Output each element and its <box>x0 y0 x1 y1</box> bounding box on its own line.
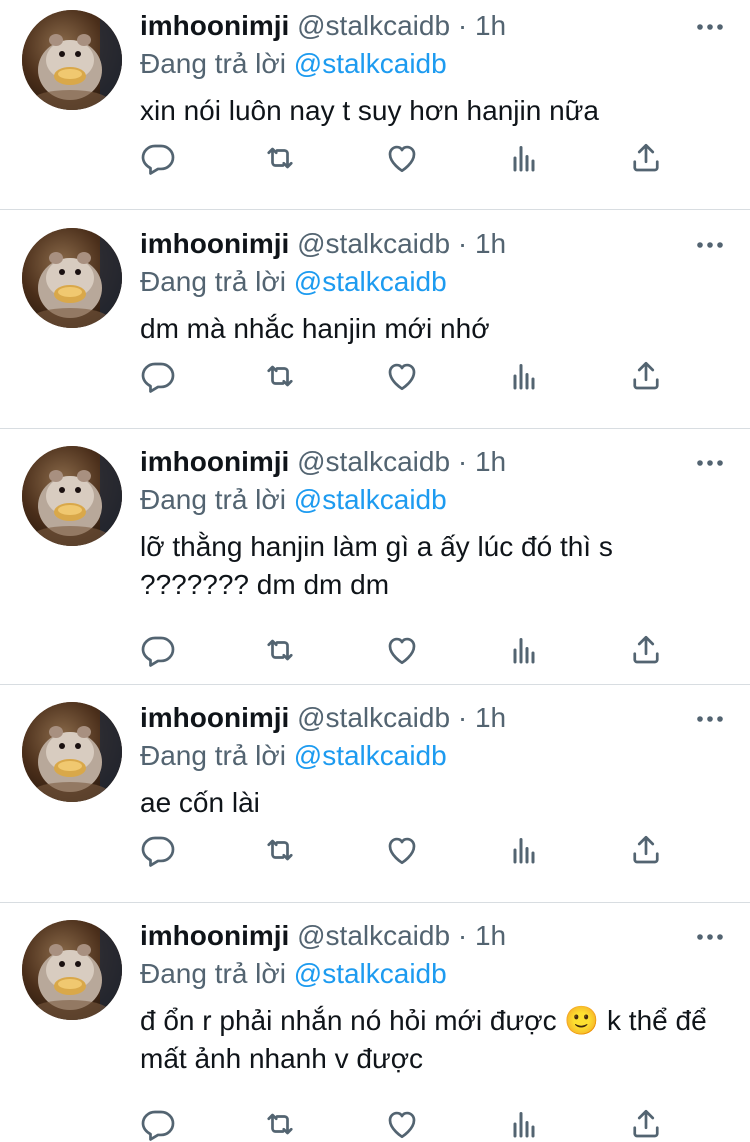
tweet-text: lỡ thằng hanjin làm gì a ấy lúc đó thì s… <box>140 531 613 600</box>
replying-to: Đang trả lời @stalkcaidb <box>140 957 447 991</box>
reply-icon[interactable] <box>140 632 176 668</box>
tweet-actions <box>140 632 680 668</box>
tweet-header: imhoonimji @stalkcaidb · 1h <box>140 701 506 735</box>
tweet-text: xin nói luôn nay t suy hơn hanjin nữa <box>140 95 599 126</box>
share-icon[interactable] <box>628 832 664 868</box>
replying-to-label: Đang trả lời <box>140 266 286 297</box>
separator: · <box>457 920 468 951</box>
tweet[interactable]: imhoonimji @stalkcaidb · 1h Đang trả lời… <box>0 416 750 667</box>
tweet[interactable]: imhoonimji @stalkcaidb · 1h Đang trả lời… <box>0 890 750 1141</box>
retweet-icon[interactable] <box>262 1106 298 1142</box>
analytics-icon[interactable] <box>506 632 542 668</box>
more-horizontal-icon[interactable] <box>694 235 726 255</box>
hamster-avatar-image <box>22 920 122 1020</box>
tweet-header: imhoonimji @stalkcaidb · 1h <box>140 227 506 261</box>
tweet-header: imhoonimji @stalkcaidb · 1h <box>140 9 506 43</box>
tweet[interactable]: imhoonimji @stalkcaidb · 1h Đang trả lời… <box>0 198 750 428</box>
tweet-header: imhoonimji @stalkcaidb · 1h <box>140 445 506 479</box>
tweet[interactable]: imhoonimji @stalkcaidb · 1h Đang trả lời… <box>0 672 750 902</box>
tweet-actions <box>140 832 680 868</box>
handle[interactable]: @stalkcaidb <box>297 446 450 477</box>
replying-to: Đang trả lời @stalkcaidb <box>140 265 447 299</box>
replying-to-mention[interactable]: @stalkcaidb <box>294 48 447 79</box>
heart-icon[interactable] <box>384 632 420 668</box>
tweet-actions <box>140 140 680 176</box>
avatar[interactable] <box>22 446 122 546</box>
reply-icon[interactable] <box>140 832 176 868</box>
avatar[interactable] <box>22 702 122 802</box>
analytics-icon[interactable] <box>506 832 542 868</box>
timestamp[interactable]: 1h <box>475 920 506 951</box>
share-icon[interactable] <box>628 1106 664 1142</box>
replying-to: Đang trả lời @stalkcaidb <box>140 483 447 517</box>
hamster-avatar-image <box>22 10 122 110</box>
display-name[interactable]: imhoonimji <box>140 228 289 259</box>
hamster-avatar-image <box>22 228 122 328</box>
display-name[interactable]: imhoonimji <box>140 10 289 41</box>
separator: · <box>457 10 468 41</box>
retweet-icon[interactable] <box>262 358 298 394</box>
replying-to-mention[interactable]: @stalkcaidb <box>294 740 447 771</box>
replying-to-label: Đang trả lời <box>140 740 286 771</box>
reply-icon[interactable] <box>140 358 176 394</box>
share-icon[interactable] <box>628 632 664 668</box>
display-name[interactable]: imhoonimji <box>140 920 289 951</box>
replying-to: Đang trả lời @stalkcaidb <box>140 47 447 81</box>
tweet-actions <box>140 1106 680 1142</box>
tweet-text: đ ổn r phải nhắn nó hỏi mới được 🙂 k thể… <box>140 1005 707 1074</box>
hamster-avatar-image <box>22 446 122 546</box>
handle[interactable]: @stalkcaidb <box>297 702 450 733</box>
hamster-avatar-image <box>22 702 122 802</box>
retweet-icon[interactable] <box>262 140 298 176</box>
tweet-text: ae cốn lài <box>140 787 260 818</box>
heart-icon[interactable] <box>384 832 420 868</box>
retweet-icon[interactable] <box>262 632 298 668</box>
timestamp[interactable]: 1h <box>475 228 506 259</box>
replying-to-mention[interactable]: @stalkcaidb <box>294 958 447 989</box>
replying-to-mention[interactable]: @stalkcaidb <box>294 266 447 297</box>
timestamp[interactable]: 1h <box>475 10 506 41</box>
more-horizontal-icon[interactable] <box>694 453 726 473</box>
display-name[interactable]: imhoonimji <box>140 702 289 733</box>
tweet-actions <box>140 358 680 394</box>
separator: · <box>457 702 468 733</box>
separator: · <box>457 228 468 259</box>
analytics-icon[interactable] <box>506 358 542 394</box>
reply-icon[interactable] <box>140 1106 176 1142</box>
handle[interactable]: @stalkcaidb <box>297 10 450 41</box>
replying-to-label: Đang trả lời <box>140 958 286 989</box>
heart-icon[interactable] <box>384 140 420 176</box>
replying-to-mention[interactable]: @stalkcaidb <box>294 484 447 515</box>
tweet-text: dm mà nhắc hanjin mới nhớ <box>140 313 490 344</box>
analytics-icon[interactable] <box>506 140 542 176</box>
analytics-icon[interactable] <box>506 1106 542 1142</box>
separator: · <box>457 446 468 477</box>
timestamp[interactable]: 1h <box>475 702 506 733</box>
handle[interactable]: @stalkcaidb <box>297 228 450 259</box>
handle[interactable]: @stalkcaidb <box>297 920 450 951</box>
avatar[interactable] <box>22 228 122 328</box>
tweet[interactable]: imhoonimji @stalkcaidb · 1h Đang trả lời… <box>0 0 750 210</box>
timestamp[interactable]: 1h <box>475 446 506 477</box>
heart-icon[interactable] <box>384 358 420 394</box>
tweet-header: imhoonimji @stalkcaidb · 1h <box>140 919 506 953</box>
avatar[interactable] <box>22 920 122 1020</box>
share-icon[interactable] <box>628 140 664 176</box>
replying-to-label: Đang trả lời <box>140 484 286 515</box>
display-name[interactable]: imhoonimji <box>140 446 289 477</box>
more-horizontal-icon[interactable] <box>694 709 726 729</box>
more-horizontal-icon[interactable] <box>694 927 726 947</box>
replying-to: Đang trả lời @stalkcaidb <box>140 739 447 773</box>
retweet-icon[interactable] <box>262 832 298 868</box>
replying-to-label: Đang trả lời <box>140 48 286 79</box>
share-icon[interactable] <box>628 358 664 394</box>
more-horizontal-icon[interactable] <box>694 17 726 37</box>
heart-icon[interactable] <box>384 1106 420 1142</box>
reply-icon[interactable] <box>140 140 176 176</box>
avatar[interactable] <box>22 10 122 110</box>
